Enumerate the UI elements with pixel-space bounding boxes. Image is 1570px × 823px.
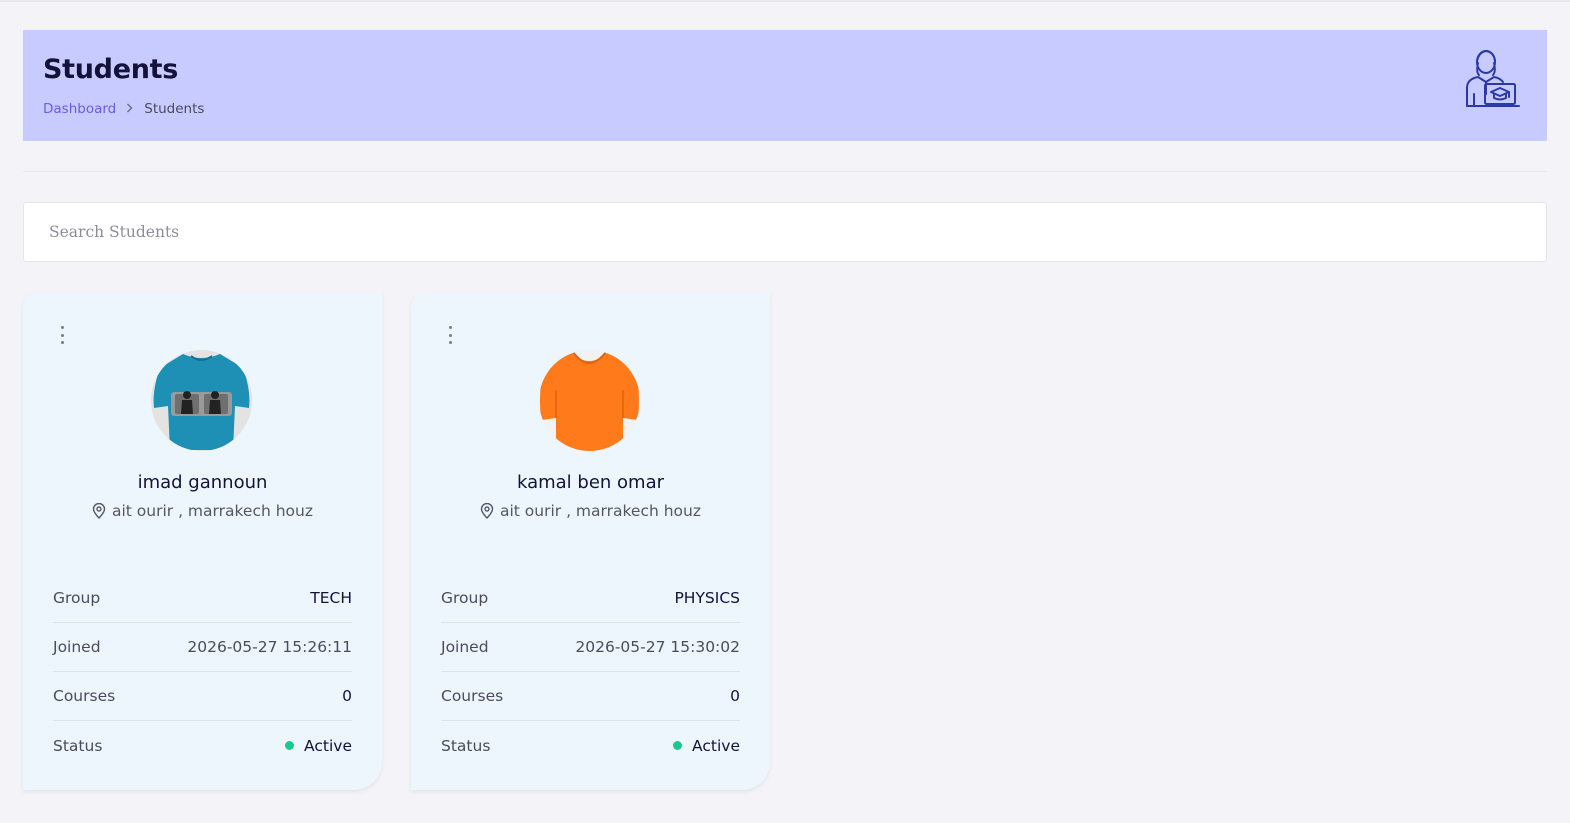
avatar (151, 350, 252, 451)
courses-label: Courses (441, 687, 504, 705)
status-badge: Active (285, 737, 352, 755)
status-label: Status (53, 736, 103, 755)
info-row-group: Group PHYSICS (441, 574, 740, 623)
location-text: ait ourir , marrakech houz (111, 502, 313, 520)
section-divider (23, 171, 1547, 172)
more-vertical-icon[interactable] (445, 326, 455, 344)
group-value: PHYSICS (674, 589, 740, 607)
info-row-group: Group TECH (53, 574, 352, 623)
info-row-joined: Joined 2026-05-27 15:26:11 (53, 623, 352, 672)
status-value: Active (304, 736, 352, 755)
breadcrumb-dashboard-link[interactable]: Dashboard (43, 101, 116, 117)
info-row-status: Status Active (441, 721, 740, 770)
info-row-courses: Courses 0 (53, 672, 352, 721)
courses-label: Courses (53, 687, 116, 705)
avatar (539, 350, 640, 451)
more-vertical-icon[interactable] (57, 326, 67, 344)
map-pin-icon (92, 502, 106, 519)
status-label: Status (441, 736, 491, 755)
courses-value: 0 (730, 687, 740, 705)
chevron-right-icon (126, 102, 133, 116)
status-badge: Active (673, 737, 740, 755)
joined-label: Joined (53, 638, 101, 656)
student-location: ait ourir , marrakech houz (23, 502, 382, 520)
page-title: Students (43, 54, 179, 85)
status-value: Active (692, 736, 740, 755)
group-label: Group (441, 589, 489, 607)
map-pin-icon (480, 502, 494, 519)
student-name: kamal ben omar (516, 472, 665, 493)
student-graduation-icon (1463, 48, 1521, 110)
info-row-courses: Courses 0 (441, 672, 740, 721)
courses-value: 0 (342, 687, 352, 705)
group-label: Group (53, 589, 101, 607)
page-header: Students Dashboard Students (23, 30, 1547, 141)
joined-label: Joined (441, 638, 489, 656)
status-dot-icon (285, 741, 295, 750)
location-text: ait ourir , marrakech houz (499, 502, 701, 520)
student-card: imad gannoun ait ourir , marrakech houz … (23, 292, 382, 790)
joined-value: 2026-05-27 15:30:02 (575, 638, 740, 656)
top-border (0, 0, 1570, 2)
joined-value: 2026-05-27 15:26:11 (187, 638, 352, 656)
breadcrumb: Dashboard Students (43, 101, 204, 117)
student-card: kamal ben omar ait ourir , marrakech hou… (411, 292, 770, 790)
info-row-joined: Joined 2026-05-27 15:30:02 (441, 623, 740, 672)
student-name: imad gannoun (137, 472, 268, 493)
status-dot-icon (673, 741, 683, 750)
info-row-status: Status Active (53, 721, 352, 770)
search-input[interactable] (24, 203, 1546, 261)
student-location: ait ourir , marrakech houz (411, 502, 770, 520)
group-value: TECH (310, 589, 352, 607)
search-box (23, 202, 1547, 262)
breadcrumb-current: Students (144, 101, 205, 117)
